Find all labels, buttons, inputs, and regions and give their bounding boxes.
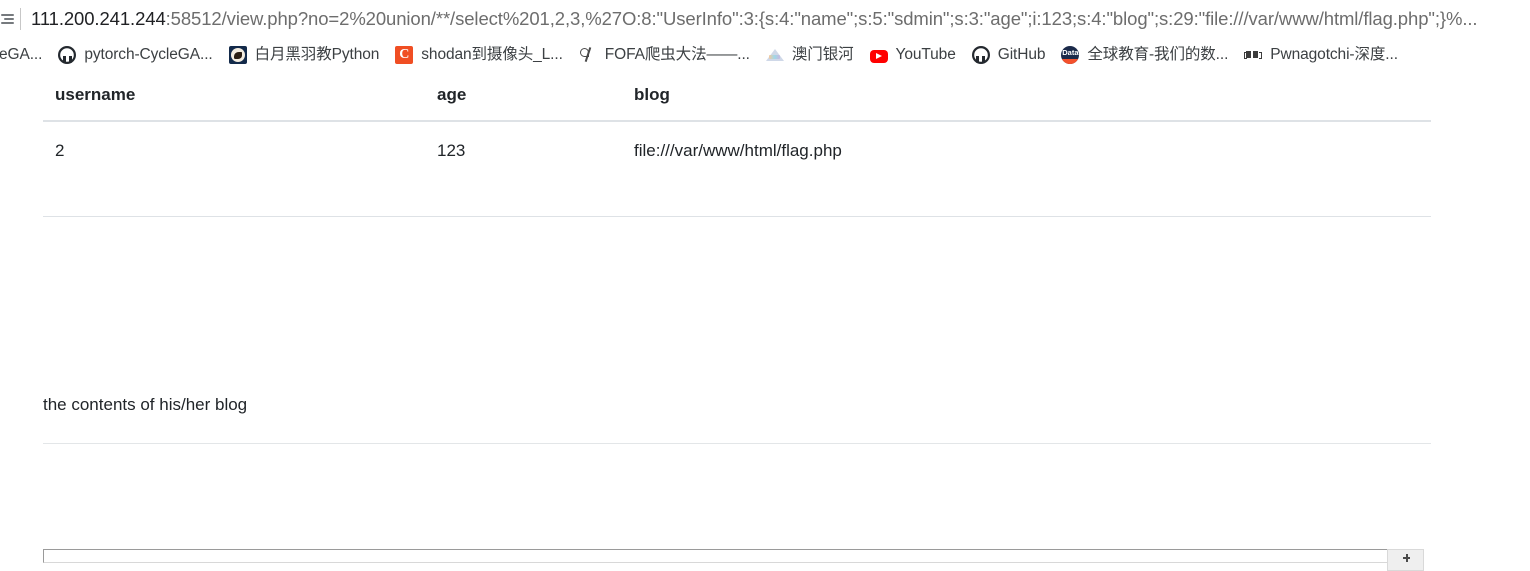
shodan-c-icon: C [395,46,414,64]
bookmark-item[interactable]: Cshodan到摄像头_L... [388,42,570,68]
bookmark-item[interactable]: Data 全球教育-我们的数... [1054,42,1235,68]
bookmark-item[interactable]: eGA... [0,42,49,68]
bookmarks-bar[interactable]: eGA... pytorch-CycleGA... 白月黑羽教Python Cshod… [0,38,1530,72]
bookmark-label: YouTube [895,46,956,64]
bookmark-label: eGA... [0,46,43,64]
omnibox-divider [20,8,21,30]
bookmark-label: FOFA爬虫大法——... [604,46,750,64]
bookmark-label: 白月黑羽教Python [254,46,380,64]
column-header-blog: blog [622,72,1431,122]
column-header-age: age [425,72,622,122]
pwnagotchi-icon [1244,46,1263,64]
blog-section-divider [43,442,1431,444]
omnibox[interactable]: 111.200.241.244:58512/view.php?no=2%20un… [0,0,1530,38]
blog-contents-section: the contents of his/her blog [43,395,1431,444]
table-head: username age blog [43,72,1431,122]
cell-username: 2 [43,121,425,217]
bookmark-item[interactable]: YouTube [863,42,963,68]
cell-blog: file:///var/www/html/flag.php [622,121,1431,217]
bookmark-item[interactable]: GitHub [965,42,1053,68]
bookmark-item[interactable]: pytorch-CycleGA... [51,42,219,68]
table-body: 2 123 file:///var/www/html/flag.php [43,121,1431,217]
bookmark-label: Pwnagotchi-深度... [1270,46,1398,64]
reading-list-icon[interactable] [0,8,16,30]
bookmark-label: 澳门银河 [791,46,854,64]
cell-age: 123 [425,121,622,217]
table-row: 2 123 file:///var/www/html/flag.php [43,121,1431,217]
page-content: username age blog 2 123 file:///var/www/… [0,72,1530,571]
browser-chrome: 111.200.241.244:58512/view.php?no=2%20un… [0,0,1530,72]
bottom-input-box[interactable] [43,549,1424,571]
user-info-table: username age blog 2 123 file:///var/www/… [43,72,1431,217]
omnibox-url-text[interactable]: 111.200.241.244:58512/view.php?no=2%20un… [31,0,1530,38]
youtube-icon [869,49,888,63]
fofa-icon [579,46,597,64]
bookmark-item[interactable]: 澳门银河 [759,42,861,68]
bookmark-label: shodan到摄像头_L... [421,46,563,64]
omnibox-host: 111.200.241.244 [31,8,166,29]
data-icon: Data [1061,46,1080,64]
github-icon [971,46,990,64]
bookmark-label: pytorch-CycleGA... [84,46,213,64]
galaxy-triangle-icon [765,46,784,64]
resize-grip-icon[interactable] [1387,549,1424,571]
bookmark-label: GitHub [997,46,1046,64]
blog-contents-text: the contents of his/her blog [43,395,248,414]
table-header-row: username age blog [43,72,1431,122]
bookmark-item[interactable]: Pwnagotchi-深度... [1237,42,1405,68]
moon-bird-icon [228,46,247,64]
bookmark-item[interactable]: FOFA爬虫大法——... [572,42,757,68]
github-icon [58,46,77,64]
omnibox-path: :58512/view.php?no=2%20union/**/select%2… [165,8,1478,29]
bookmark-label: 全球教育-我们的数... [1087,46,1229,64]
bookmark-item[interactable]: 白月黑羽教Python [222,42,387,68]
column-header-username: username [43,72,425,122]
